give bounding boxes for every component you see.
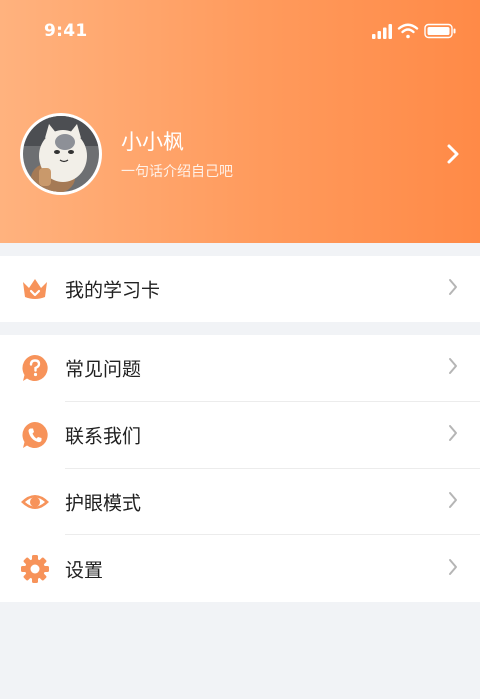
status-bar: 9:41 bbox=[0, 0, 480, 62]
eye-icon bbox=[20, 487, 50, 517]
chevron-right-icon[interactable] bbox=[446, 143, 460, 169]
profile-bio: 一句话介绍自己吧 bbox=[121, 164, 233, 180]
menu-item-label: 护眼模式 bbox=[65, 492, 142, 515]
signal-icon bbox=[372, 24, 392, 39]
menu-item-label: 设置 bbox=[65, 559, 104, 582]
phone-chat-icon bbox=[20, 420, 50, 450]
chevron-right-icon bbox=[448, 558, 458, 580]
profile-name: 小小枫 bbox=[121, 130, 184, 154]
chevron-right-icon bbox=[448, 424, 458, 446]
profile-header: 9:41 小小枫 一句话介绍自己吧 bbox=[0, 0, 480, 243]
study-card-section: 我的学习卡 bbox=[0, 256, 480, 322]
menu-item-label: 常见问题 bbox=[65, 358, 142, 381]
chevron-right-icon bbox=[448, 278, 458, 300]
question-icon bbox=[20, 353, 50, 383]
menu-item-settings[interactable]: 设置 bbox=[0, 535, 480, 602]
gear-icon bbox=[20, 554, 50, 584]
battery-icon bbox=[424, 23, 456, 39]
menu-item-study-card[interactable]: 我的学习卡 bbox=[0, 256, 480, 322]
chevron-right-icon bbox=[448, 357, 458, 379]
status-time: 9:41 bbox=[44, 21, 88, 41]
menu-item-label: 联系我们 bbox=[65, 425, 142, 448]
cat-avatar-image bbox=[23, 116, 99, 192]
status-icons bbox=[372, 22, 458, 40]
menu-item-label: 我的学习卡 bbox=[65, 279, 161, 302]
chevron-right-icon bbox=[448, 491, 458, 513]
crown-icon bbox=[20, 274, 50, 304]
wifi-icon bbox=[397, 23, 419, 39]
menu-item-contact-us[interactable]: 联系我们 bbox=[0, 402, 480, 469]
avatar[interactable] bbox=[20, 113, 102, 195]
profile-row[interactable]: 小小枫 一句话介绍自己吧 bbox=[0, 110, 480, 200]
settings-section: 常见问题 联系我们 护眼模式 设置 bbox=[0, 335, 480, 602]
menu-item-eye-care-mode[interactable]: 护眼模式 bbox=[0, 469, 480, 536]
menu-item-faq[interactable]: 常见问题 bbox=[0, 335, 480, 402]
